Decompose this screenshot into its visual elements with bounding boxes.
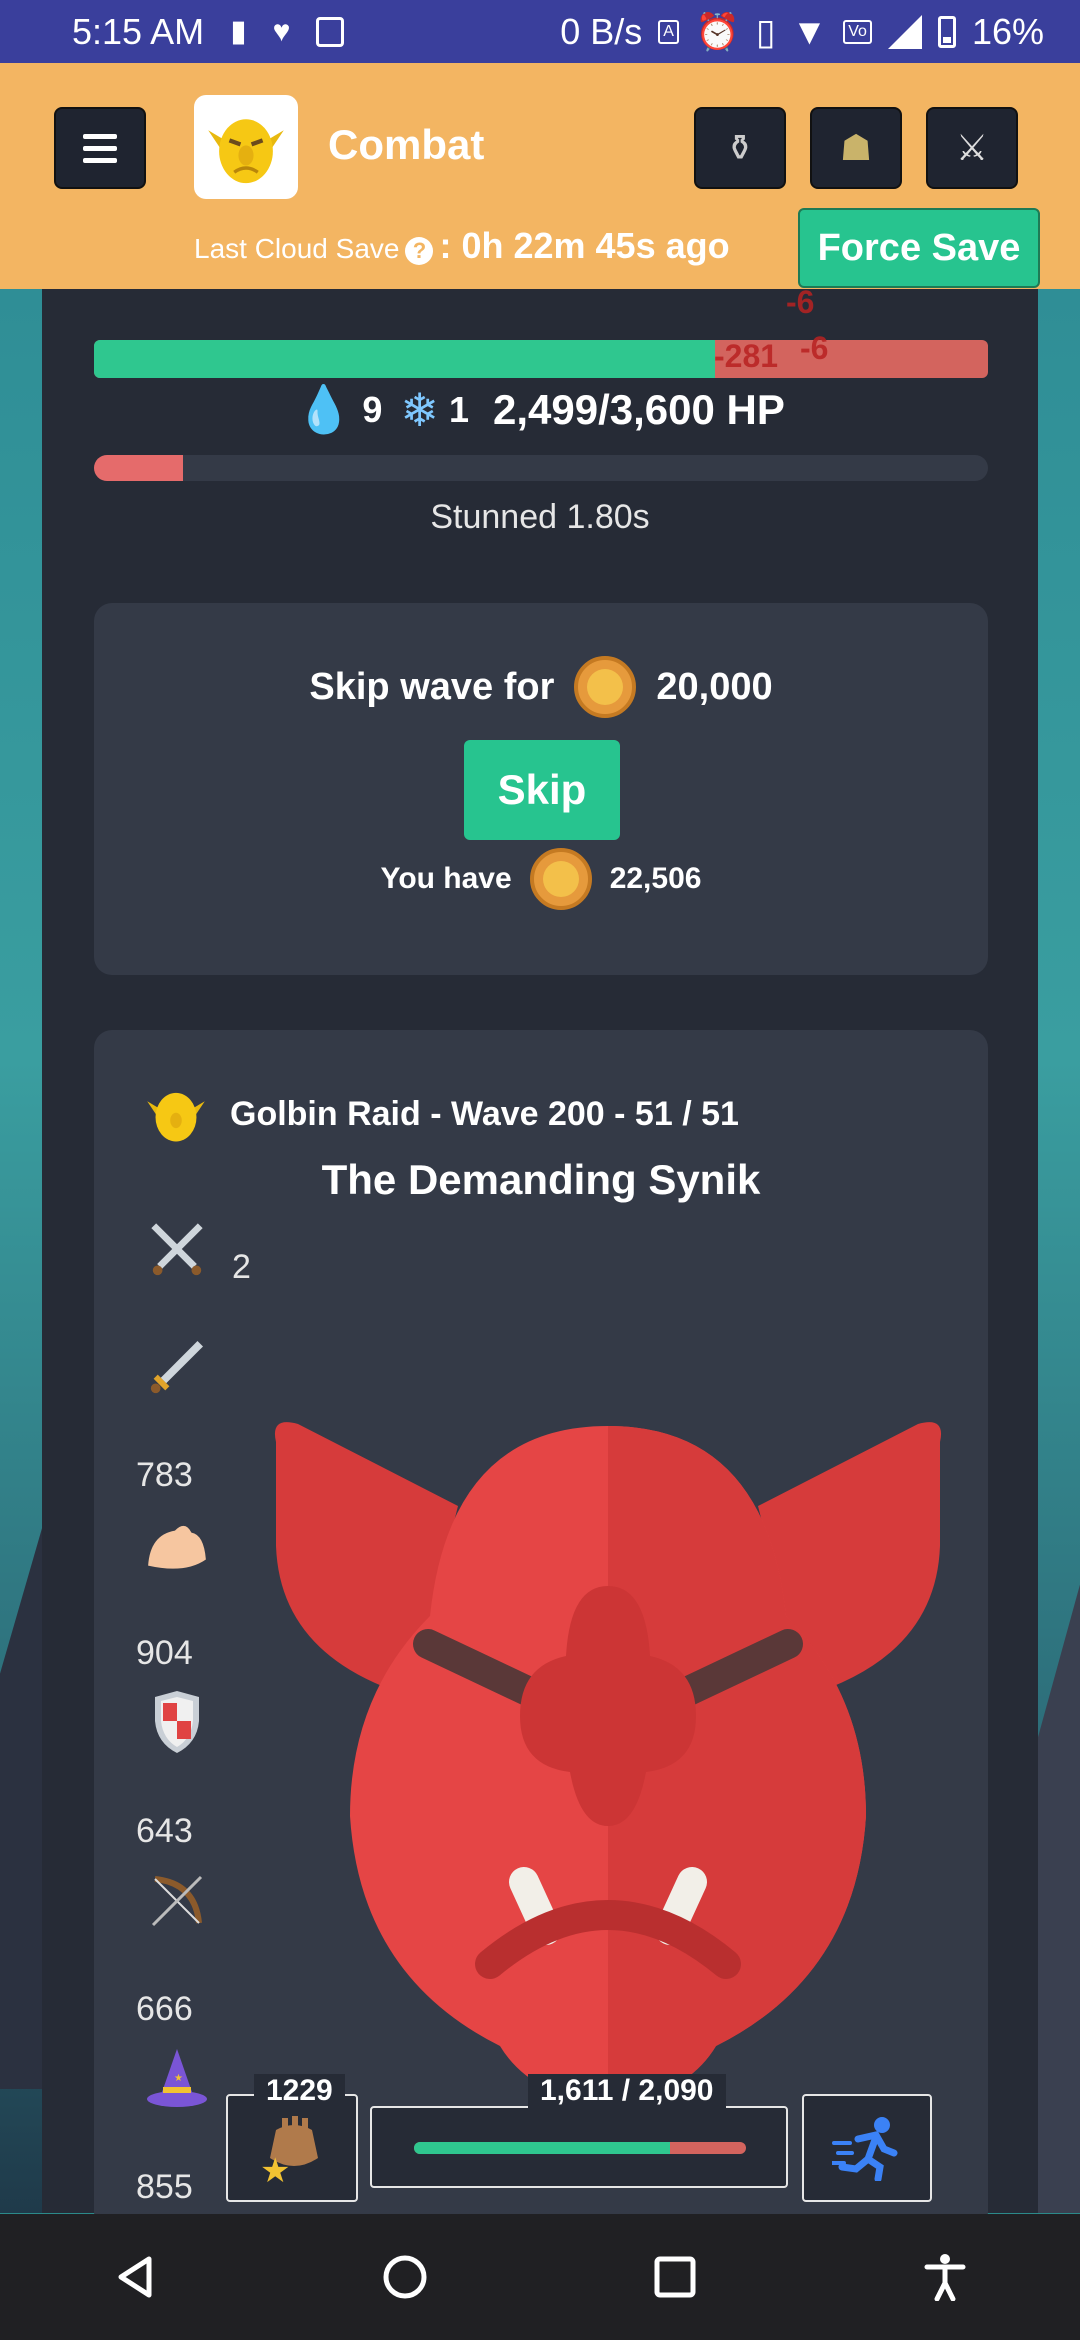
stat-value: 904: [136, 1634, 193, 1672]
skip-wave-cost: 20,000: [656, 665, 773, 708]
skip-wave-label: Skip wave for: [309, 665, 555, 708]
shield-icon: [144, 1690, 210, 1756]
net-speed: 0 B/s: [560, 10, 643, 52]
enemy-hp-bar: [414, 2142, 746, 2154]
stat-value: 643: [136, 1812, 193, 1850]
cloud-save-label: Last Cloud Save: [194, 233, 400, 264]
app-logo: [194, 95, 298, 199]
skip-button[interactable]: Skip: [464, 740, 620, 840]
vibrate-icon: ▯: [755, 10, 776, 52]
status-bar: 5:15 AM ▮ ♥ 0 B/s A ⏰ ▯ ▼ Vo 16%: [0, 0, 1080, 63]
goblin-mask-button[interactable]: ☗: [810, 107, 902, 189]
health-icon: ♥: [272, 14, 291, 48]
have-amount: 22,506: [609, 862, 702, 895]
home-icon[interactable]: [381, 2253, 429, 2301]
stun-text: Stunned 1.80s: [430, 498, 650, 536]
stun-fill: [94, 455, 184, 481]
player-hp-fill: [94, 340, 715, 378]
gallery-icon: [316, 16, 345, 47]
goblin-coin-icon: [529, 848, 592, 910]
system-nav-bar: [0, 2214, 1080, 2340]
stat-value: 2: [232, 1248, 251, 1286]
help-icon[interactable]: ?: [405, 237, 434, 265]
signal-icon: [887, 14, 922, 49]
player-hp-row: 💧 9 ❄ 1 2,499/3,600 HP: [0, 382, 1080, 437]
stun-bar: [94, 455, 988, 481]
enemy-hp-fill: [414, 2142, 670, 2154]
enemy-name: The Demanding Synik: [321, 1156, 761, 1203]
volte-icon: Vo: [843, 19, 872, 44]
have-label: You have: [380, 862, 512, 895]
battery-icon: [937, 15, 956, 48]
status-time: 5:15 AM: [72, 10, 205, 52]
bleed-count: 9: [362, 388, 383, 430]
bleed-icon: 💧: [295, 383, 353, 435]
cloud-save-time: : 0h 22m 45s ago: [439, 225, 730, 266]
crossed-swords-icon: [144, 1216, 210, 1282]
raid-text: Golbin Raid - Wave 200 - 51 / 51: [230, 1094, 739, 1133]
auto-icon: A: [658, 19, 679, 44]
menu-icon: [83, 133, 117, 139]
damage-float: -281: [714, 338, 779, 374]
damage-float: -6: [800, 330, 829, 366]
goblin-logo-icon: [208, 119, 284, 184]
goblin-coin-icon: [574, 656, 637, 718]
svg-text:★: ★: [260, 2151, 290, 2186]
food-slot[interactable]: ★: [226, 2094, 358, 2202]
crossed-swords-button[interactable]: ⚔: [926, 107, 1018, 189]
battery-saver-icon: ▮: [230, 15, 247, 48]
recents-icon[interactable]: [651, 2253, 699, 2301]
svg-text:★: ★: [174, 2073, 183, 2084]
menu-button[interactable]: [54, 107, 146, 189]
bow-icon: [144, 1868, 210, 1934]
coins-owned-line: You have 22,506: [94, 848, 988, 910]
app-header: Combat ⚱ ☗ ⚔ Last Cloud Save ? : 0h 22m …: [0, 63, 1080, 289]
force-save-button[interactable]: Force Save: [798, 208, 1040, 288]
enemy-card: Golbin Raid - Wave 200 - 51 / 51 The Dem…: [94, 1030, 988, 2230]
strength-arm-icon: [144, 1512, 210, 1578]
run-icon: [832, 2117, 898, 2181]
player-hp-bar: [94, 340, 988, 378]
enemy-hp-slot: [370, 2106, 788, 2188]
raid-info: Golbin Raid - Wave 200 - 51 / 51: [144, 1082, 739, 1146]
goblin-mask-icon: ☗: [839, 127, 873, 168]
cloud-save-status: Last Cloud Save ? : 0h 22m 45s ago: [194, 225, 730, 267]
stat-value: 783: [136, 1456, 193, 1494]
frost-count: 1: [448, 388, 469, 430]
crossed-swords-icon: ⚔: [955, 127, 989, 168]
wifi-icon: ▼: [791, 10, 828, 52]
alarm-icon: ⏰: [694, 10, 740, 52]
potion-icon: ⚱: [724, 127, 756, 168]
skip-wave-card: Skip wave for 20,000 Skip You have 22,50…: [94, 603, 988, 975]
player-hp-text: 2,499/3,600 HP: [493, 385, 785, 433]
battery-percent: 16%: [971, 10, 1044, 52]
combat-bottom-bar: ★ 1229 1,611 / 2,090: [0, 2074, 1080, 2212]
frost-icon: ❄: [400, 383, 439, 436]
food-count: 1229: [254, 2074, 345, 2108]
potion-button[interactable]: ⚱: [694, 107, 786, 189]
enemy-portrait-icon: [274, 1422, 942, 2106]
skip-wave-line: Skip wave for 20,000: [94, 656, 988, 718]
enemy-hp-text: 1,611 / 2,090: [528, 2074, 726, 2108]
run-button[interactable]: [802, 2094, 932, 2202]
back-icon[interactable]: [111, 2253, 159, 2301]
sword-icon: [144, 1334, 210, 1400]
stat-value: 666: [136, 1990, 193, 2028]
page-title: Combat: [328, 121, 485, 168]
goblin-head-icon: [147, 1092, 205, 1142]
accessibility-icon[interactable]: [921, 2253, 969, 2301]
food-icon: ★: [260, 2116, 318, 2186]
damage-float: -6: [786, 284, 815, 320]
